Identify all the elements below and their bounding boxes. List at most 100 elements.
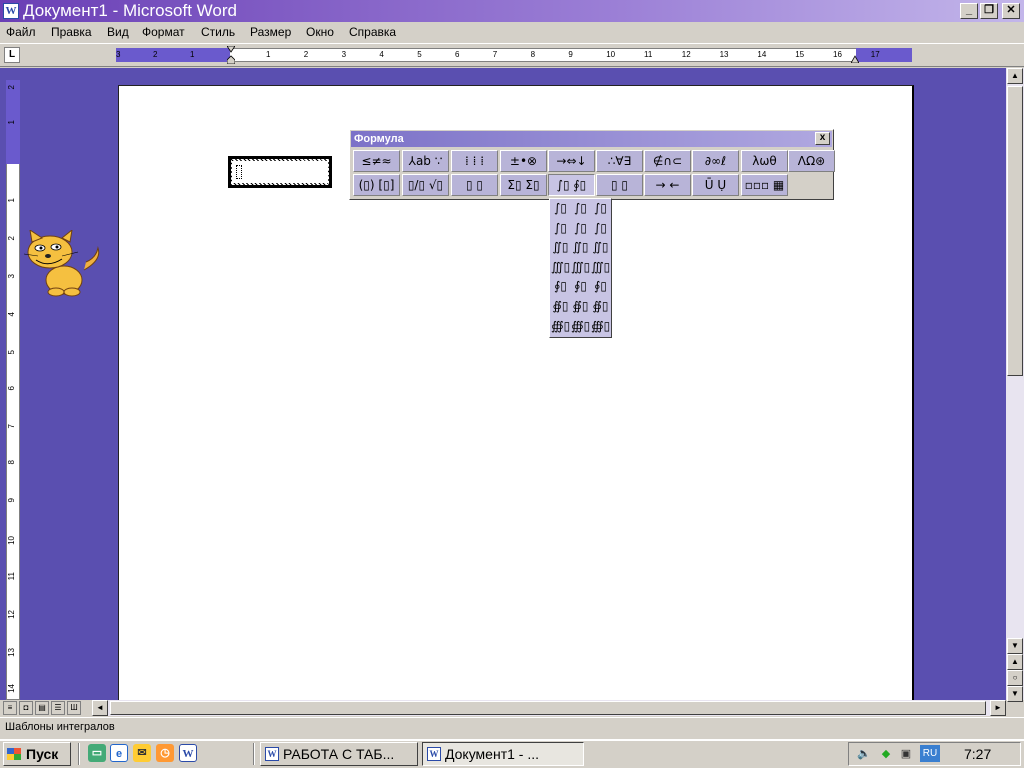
integral-template-item[interactable]: ∯▯ <box>551 297 570 316</box>
close-button[interactable]: ✕ <box>1002 3 1020 19</box>
integral-template-item[interactable]: ∫▯ <box>591 219 610 238</box>
formula-template-button[interactable]: ▯ ▯ <box>596 174 643 196</box>
menu-file[interactable]: Файл <box>6 22 36 42</box>
network-diamond-icon[interactable]: ◆ <box>878 746 894 762</box>
formula-palette-button[interactable]: ≤≠≈ <box>353 150 400 172</box>
ruler-left-margin <box>116 48 230 62</box>
formula-palette-button[interactable]: λωθ <box>741 150 788 172</box>
vertical-ruler-number: 4 <box>7 312 16 317</box>
equation-edit-area[interactable] <box>232 161 328 183</box>
menu-format[interactable]: Формат <box>142 22 185 42</box>
previous-page-button[interactable]: ▲ <box>1007 654 1023 670</box>
formula-palette-button[interactable]: →⇔↓ <box>548 150 595 172</box>
formula-palette-button[interactable]: ΛΩ⊛ <box>788 150 835 172</box>
menu-help[interactable]: Справка <box>349 22 396 42</box>
integral-template-item[interactable]: ∫▯ <box>571 219 590 238</box>
ruler-number: 10 <box>606 50 616 59</box>
integral-template-item[interactable]: ∭▯ <box>571 258 590 277</box>
ruler-number: 8 <box>530 50 536 59</box>
formula-toolbar-title[interactable]: Формула <box>351 131 832 147</box>
integral-template-item[interactable]: ∫▯ <box>551 199 570 218</box>
formula-template-button[interactable]: Ū Ụ <box>692 174 739 196</box>
integral-template-item[interactable]: ∮▯ <box>551 277 570 296</box>
ruler-number: 5 <box>417 50 422 59</box>
next-page-button[interactable]: ▼ <box>1007 686 1023 702</box>
formula-palette-button[interactable]: ∉∩⊂ <box>644 150 691 172</box>
outlook-icon[interactable]: ✉ <box>133 744 151 762</box>
formula-template-button[interactable]: ▯ ▯ <box>451 174 498 196</box>
integral-template-item[interactable]: ∰▯ <box>551 317 570 336</box>
scroll-right-button[interactable]: ► <box>990 700 1006 716</box>
menu-view[interactable]: Вид <box>107 22 129 42</box>
reading-view-icon[interactable]: Ш <box>67 701 81 715</box>
integral-template-item[interactable]: ∫▯ <box>551 219 570 238</box>
formula-palette-button[interactable]: ⁞ ⁞ ⁞ <box>451 150 498 172</box>
normal-view-icon[interactable]: ≡ <box>3 701 17 715</box>
vertical-ruler-number: 8 <box>7 460 16 465</box>
office-assistant-cat[interactable] <box>18 228 104 298</box>
word-quicklaunch-icon[interactable]: W <box>179 744 197 762</box>
scroll-down-button[interactable]: ▼ <box>1007 638 1023 654</box>
desktop-icon[interactable]: ▭ <box>88 744 106 762</box>
outline-view-icon[interactable]: ☰ <box>51 701 65 715</box>
menu-edit[interactable]: Правка <box>51 22 92 42</box>
integral-template-item[interactable]: ∯▯ <box>591 297 610 316</box>
vertical-scroll-thumb[interactable] <box>1007 86 1023 376</box>
vertical-ruler-number: 5 <box>7 350 16 355</box>
minimize-button[interactable]: _ <box>960 3 978 19</box>
formula-palette-button[interactable]: ⅄ab ∵ <box>402 150 449 172</box>
integral-template-item[interactable]: ∮▯ <box>571 277 590 296</box>
integral-template-item[interactable]: ∫▯ <box>591 199 610 218</box>
clock[interactable]: 7:27 <box>964 742 991 766</box>
integral-templates-button[interactable]: ∫▯ ∮▯ <box>548 174 595 196</box>
formula-toolbar-close-button[interactable]: x <box>815 132 830 145</box>
menu-size[interactable]: Размер <box>250 22 291 42</box>
integral-template-item[interactable]: ∫▯ <box>571 199 590 218</box>
web-view-icon[interactable]: ◘ <box>19 701 33 715</box>
ie-icon[interactable]: e <box>110 744 128 762</box>
print-view-icon[interactable]: ▤ <box>35 701 49 715</box>
formula-template-button[interactable]: Σ▯ Σ▯ <box>500 174 547 196</box>
restore-button[interactable]: ❐ <box>980 3 998 19</box>
integral-template-item[interactable]: ∰▯ <box>591 317 610 336</box>
volume-icon[interactable]: 🔈 <box>856 746 872 762</box>
task-button-rabota[interactable]: РАБОТА С ТАБ... <box>260 742 418 766</box>
integral-template-item[interactable]: ∬▯ <box>591 238 610 257</box>
integral-template-item[interactable]: ∮▯ <box>591 277 610 296</box>
integral-template-item[interactable]: ∯▯ <box>571 297 590 316</box>
ruler-number: 2 <box>303 50 309 59</box>
formula-template-button[interactable]: (▯) [▯] <box>353 174 400 196</box>
tab-stop-selector[interactable]: L <box>4 47 20 63</box>
taskbar-divider <box>253 743 255 765</box>
clock-app-icon[interactable]: ◷ <box>156 744 174 762</box>
formula-palette-button[interactable]: ∂∞ℓ <box>692 150 739 172</box>
ruler-number: 2 <box>153 50 158 59</box>
formula-template-button[interactable]: → ← <box>644 174 691 196</box>
network-computer-icon[interactable]: ▣ <box>898 746 914 762</box>
equation-slot[interactable] <box>236 165 242 179</box>
formula-palette-button[interactable]: ±•⊗ <box>500 150 547 172</box>
horizontal-ruler[interactable] <box>116 48 912 62</box>
formula-palette-button[interactable]: ∴∀∃ <box>596 150 643 172</box>
integral-template-item[interactable]: ∭▯ <box>591 258 610 277</box>
ruler-number: 4 <box>379 50 384 59</box>
integral-template-item[interactable]: ∬▯ <box>571 238 590 257</box>
scroll-left-button[interactable]: ◄ <box>92 700 108 716</box>
indent-marker[interactable] <box>226 45 236 65</box>
vertical-ruler-number: 2 <box>7 236 16 241</box>
word-icon[interactable]: W <box>3 3 19 19</box>
scroll-up-button[interactable]: ▲ <box>1007 68 1023 84</box>
browse-object-button[interactable]: ○ <box>1007 670 1023 686</box>
task-button-document1[interactable]: Документ1 - ... <box>422 742 584 766</box>
menu-style[interactable]: Стиль <box>201 22 235 42</box>
formula-template-button[interactable]: ▯/▯ √▯ <box>402 174 449 196</box>
integral-template-item[interactable]: ∬▯ <box>551 238 570 257</box>
vertical-ruler-number: 12 <box>7 610 16 619</box>
menu-window[interactable]: Окно <box>306 22 334 42</box>
right-indent-marker[interactable] <box>850 52 860 64</box>
horizontal-scroll-thumb[interactable] <box>110 701 986 715</box>
language-indicator[interactable]: RU <box>920 745 940 762</box>
integral-template-item[interactable]: ∭▯ <box>551 258 570 277</box>
formula-template-button[interactable]: ▫▫▫ ▦ <box>741 174 788 196</box>
integral-template-item[interactable]: ∰▯ <box>571 317 590 336</box>
